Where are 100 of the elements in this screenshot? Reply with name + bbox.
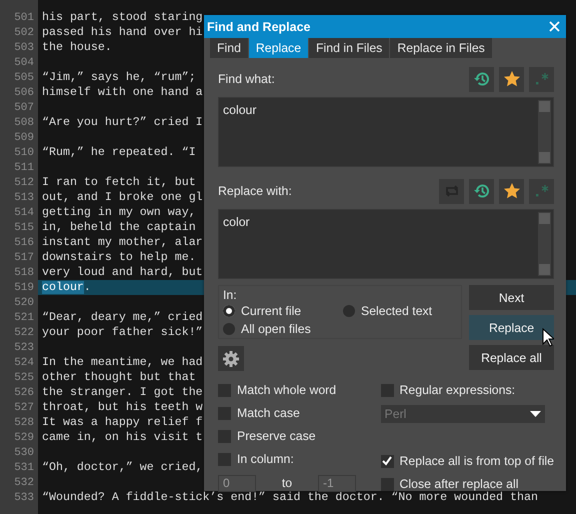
checkbox[interactable] xyxy=(380,384,394,396)
code-line: . xyxy=(84,281,91,294)
checkbox[interactable] xyxy=(218,384,231,396)
line-number: 530 xyxy=(13,446,35,458)
checkbox-label[interactable]: Match whole word xyxy=(237,383,336,397)
action-button[interactable]: Replace xyxy=(469,315,554,340)
tab[interactable]: Replace in Files xyxy=(390,38,493,58)
line-number: 502 xyxy=(13,26,35,38)
checkbox-label[interactable]: Preserve case xyxy=(237,429,316,443)
code-line: “Wounded? A fiddle-stick’s end!” said the doctor. “No more wounded than xyxy=(42,491,538,504)
line-number: 527 xyxy=(13,402,35,414)
checkbox-label[interactable]: Match case xyxy=(237,406,300,420)
group-label: In: xyxy=(223,288,238,302)
checkbox-label[interactable]: In column: xyxy=(237,452,294,466)
radio-button[interactable] xyxy=(223,323,235,335)
to-label: to xyxy=(280,476,294,490)
dropdown-arrow-icon xyxy=(530,411,541,417)
tab[interactable]: Replace xyxy=(248,38,310,58)
line-number: 518 xyxy=(13,266,35,278)
line-number: 520 xyxy=(13,296,35,308)
line-number: 525 xyxy=(13,372,35,384)
code-line: getting in my own way, xyxy=(42,206,196,219)
line-number: 514 xyxy=(13,206,35,218)
line-number: 513 xyxy=(13,192,35,204)
close-icon[interactable] xyxy=(549,21,560,32)
line-number: 517 xyxy=(13,252,35,264)
code-line: in, beheld the captain xyxy=(42,221,196,234)
dialog-title: Find and Replace xyxy=(207,20,310,34)
checkbox[interactable] xyxy=(380,454,394,468)
line-number: 509 xyxy=(13,132,35,144)
field-label: Replace with: xyxy=(218,184,292,198)
tab[interactable]: Find in Files xyxy=(309,38,390,58)
code-line: “Oh, doctor,” we cried, xyxy=(42,461,203,474)
line-number: 521 xyxy=(13,312,35,324)
replace-field[interactable]: color xyxy=(218,209,554,279)
code-line: In the meantime, we had xyxy=(42,356,203,369)
radio-label[interactable]: Current file xyxy=(241,304,302,318)
line-number: 533 xyxy=(13,492,35,504)
mouse-pointer-icon xyxy=(542,328,554,347)
line-number: 522 xyxy=(13,326,35,338)
checkbox[interactable] xyxy=(218,406,231,420)
swap-icon[interactable] xyxy=(439,178,464,204)
code-line: very loud and hard, but xyxy=(42,266,203,279)
scrollbar[interactable] xyxy=(538,212,551,276)
line-number: 504 xyxy=(13,56,35,68)
code-line: the house. xyxy=(42,41,112,54)
line-number: 510 xyxy=(13,146,35,158)
checkbox-label[interactable]: Regular expressions: xyxy=(400,383,516,397)
action-button[interactable]: Next xyxy=(469,285,554,310)
radio-button[interactable] xyxy=(343,305,355,317)
code-line: instant my mother, alar xyxy=(42,236,203,249)
find-field[interactable]: colour xyxy=(218,97,554,167)
line-number: 519 xyxy=(13,282,35,294)
code-line: came in, on his visit t xyxy=(42,431,203,444)
line-number: 529 xyxy=(13,432,35,444)
code-line: downstairs to help me. xyxy=(42,251,196,264)
code-line: the stranger. I got the xyxy=(42,386,203,399)
field-label: Find what: xyxy=(218,72,275,86)
checkbox[interactable] xyxy=(218,452,231,466)
line-number: 515 xyxy=(13,222,35,234)
code-line: out, and I broke one gl xyxy=(42,191,203,204)
line-number: 508 xyxy=(13,116,35,128)
scrollbar[interactable] xyxy=(538,100,551,164)
code-line: himself with one hand a xyxy=(42,86,203,99)
line-number: 531 xyxy=(13,462,35,474)
settings-icon[interactable] xyxy=(218,346,244,371)
radio-label[interactable]: Selected text xyxy=(361,304,432,318)
checkbox[interactable] xyxy=(218,430,231,442)
regex-icon[interactable] xyxy=(529,178,554,204)
history-icon[interactable] xyxy=(469,178,494,204)
code-line: throat, but his teeth w xyxy=(42,401,203,414)
history-icon[interactable] xyxy=(469,66,494,92)
tab[interactable]: Find xyxy=(210,38,249,58)
code-line: “Rum,” he repeated. “I xyxy=(42,146,196,159)
code-line: your poor father sick!” xyxy=(42,326,203,339)
line-number: 511 xyxy=(13,162,35,174)
code-line: other thought but that xyxy=(42,371,196,384)
checkbox[interactable] xyxy=(380,478,394,490)
selected-text: colour xyxy=(42,281,84,294)
line-number: 501 xyxy=(13,12,35,24)
code-line: It was a happy relief f xyxy=(42,416,203,429)
line-number: 506 xyxy=(13,86,35,98)
line-number: 524 xyxy=(13,356,35,368)
action-button[interactable]: Replace all xyxy=(469,345,554,370)
regex-icon[interactable] xyxy=(529,66,554,92)
line-number: 532 xyxy=(13,476,35,488)
radio-button[interactable] xyxy=(223,305,235,317)
code-line: his part, stood staring xyxy=(42,11,203,24)
line-number: 512 xyxy=(13,176,35,188)
line-number: 516 xyxy=(13,236,35,248)
line-number: 505 xyxy=(13,72,35,84)
line-number: 526 xyxy=(13,386,35,398)
checkbox-label[interactable]: Replace all is from top of file xyxy=(400,454,554,468)
checkbox-label[interactable]: Close after replace all xyxy=(400,477,518,491)
code-line: passed his hand over hi xyxy=(42,26,203,39)
radio-label[interactable]: All open files xyxy=(241,322,311,336)
code-line: “Jim,” says he, “rum”; xyxy=(42,71,196,84)
line-number: 523 xyxy=(13,342,35,354)
code-line: I ran to fetch it, but xyxy=(42,176,196,189)
code-line: “Are you hurt?” cried I xyxy=(42,116,203,129)
